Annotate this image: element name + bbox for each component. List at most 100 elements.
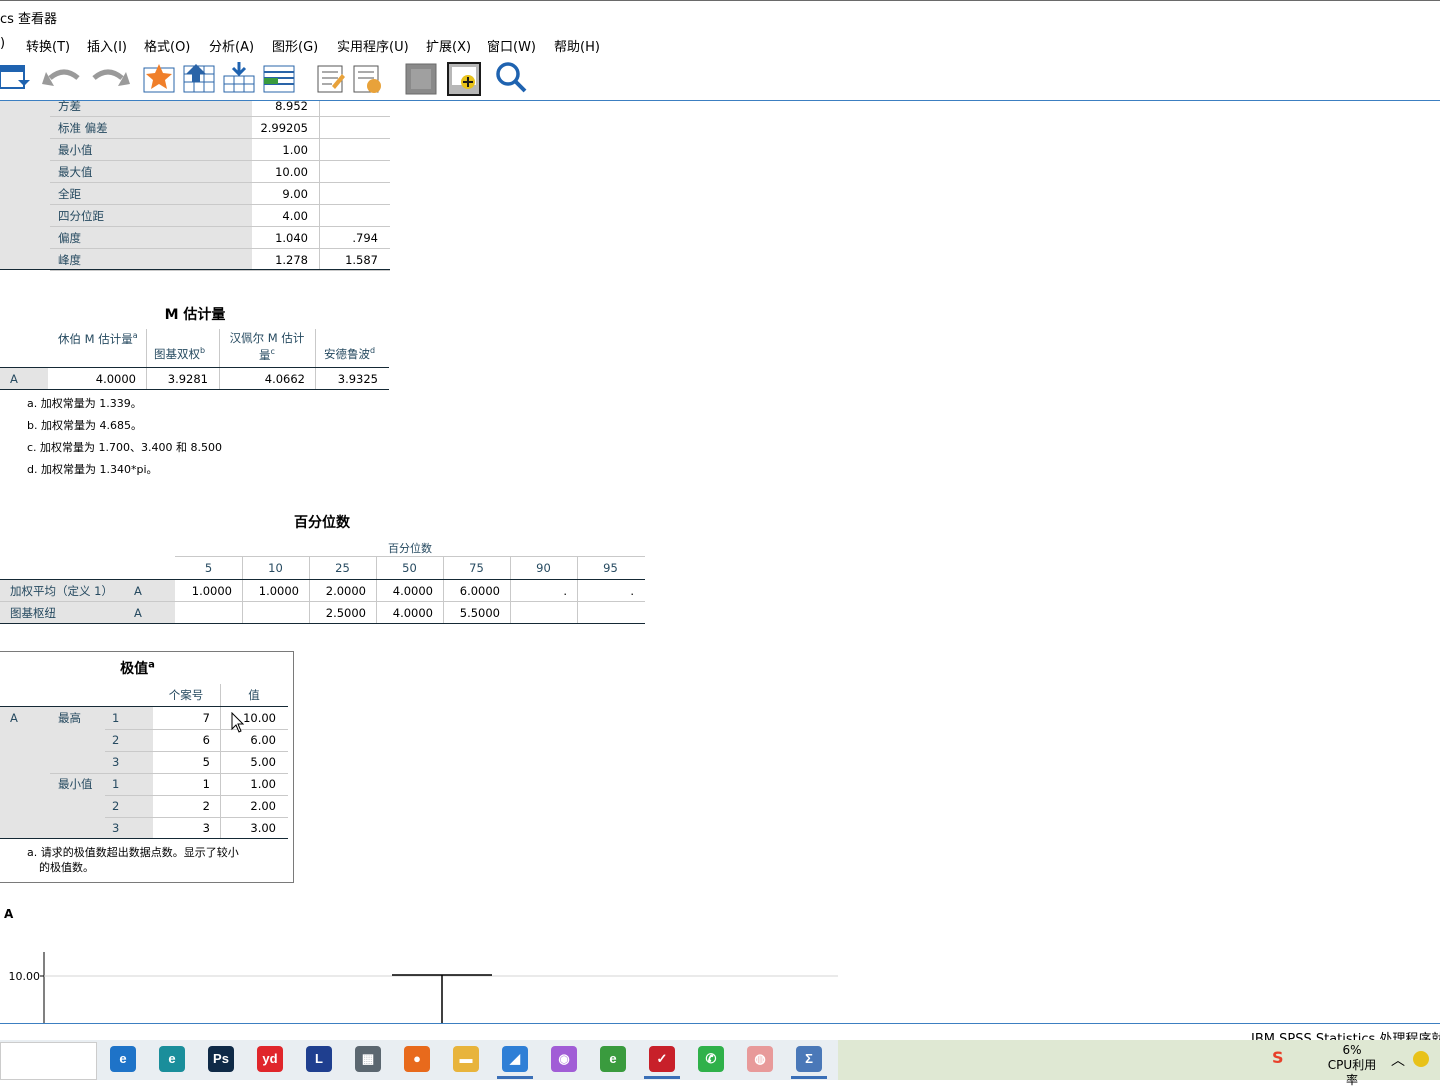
goto-variable-icon[interactable] — [223, 62, 255, 93]
descriptive-label: 偏度 — [58, 231, 81, 245]
redo-icon[interactable] — [92, 69, 130, 86]
file-explorer-icon[interactable]: ▬ — [453, 1046, 479, 1072]
menu-item-7[interactable]: 扩展(X) — [426, 36, 471, 55]
menu-item-2[interactable]: 插入(I) — [87, 36, 127, 55]
percentiles-row-rule — [0, 601, 645, 602]
descriptives-label-column — [0, 101, 252, 269]
extremes-var-label: A — [10, 711, 18, 725]
andrews-header: 安德鲁波d — [324, 346, 376, 361]
descriptive-statistic: 1.00 — [282, 143, 308, 157]
percentile-value: 2.5000 — [325, 606, 366, 620]
taskbar-search-box[interactable] — [0, 1042, 97, 1080]
l-app-icon[interactable]: L — [306, 1046, 332, 1072]
export-icon[interactable] — [0, 65, 30, 89]
undo-icon[interactable] — [42, 69, 80, 86]
extreme-rank: 1 — [112, 711, 120, 725]
menu-item-1[interactable]: 转换(T) — [26, 36, 70, 55]
menu-item-8[interactable]: 窗口(W) — [487, 36, 536, 55]
descriptive-std-error — [320, 183, 378, 205]
ie-icon[interactable]: e — [110, 1046, 136, 1072]
tray-expand-icon[interactable]: ︿ — [1391, 1050, 1405, 1070]
percentile-row-variable: A — [134, 606, 142, 620]
photoshop-icon[interactable]: Ps — [208, 1046, 234, 1072]
descriptive-statistic: 4.00 — [282, 209, 308, 223]
menu-item-0[interactable]: ) — [0, 36, 5, 51]
cpu-label: CPU利用率 — [1327, 1058, 1377, 1087]
m-note-b: b. 加权常量为 4.685。 — [27, 419, 142, 432]
extremes-note-line2: 的极值数。 — [39, 861, 94, 874]
descriptive-statistic: 8.952 — [275, 99, 308, 113]
title-bar: cs 查看器 — [0, 0, 1440, 31]
percentile-row-label: 加权平均（定义 1） — [10, 584, 113, 598]
goto-data-icon[interactable] — [143, 64, 175, 93]
designate-window-icon[interactable] — [317, 65, 345, 93]
menu-item-3[interactable]: 格式(O) — [144, 36, 190, 55]
pink-app-icon[interactable]: ◍ — [747, 1046, 773, 1072]
feishu-icon[interactable]: ◢ — [502, 1046, 528, 1072]
percentile-value: 5.5000 — [459, 606, 500, 620]
boxplot-chart — [40, 952, 838, 1024]
extreme-value: 3.00 — [250, 821, 276, 835]
percentile-column-header: 5 — [204, 561, 213, 575]
descriptive-label: 标准 偏差 — [58, 121, 108, 135]
menu-item-5[interactable]: 图形(G) — [272, 36, 318, 55]
extreme-value: 1.00 — [250, 777, 276, 791]
descriptive-std-error — [320, 95, 378, 117]
variables-icon[interactable] — [263, 65, 295, 93]
lowest-label: 最小值 — [58, 777, 93, 791]
boxplot-y-tick-label: 10.00 — [8, 970, 41, 983]
cpu-monitor[interactable]: 6% CPU利用率 — [1322, 1043, 1382, 1088]
tukey-value: 3.9281 — [167, 372, 208, 386]
toolbar-icons — [0, 62, 527, 96]
taskbar-active-indicator — [791, 1076, 827, 1079]
descriptive-label: 四分位距 — [58, 209, 104, 223]
script-icon[interactable] — [353, 65, 381, 93]
browser-icon[interactable]: ◉ — [551, 1046, 577, 1072]
huber-value: 4.0000 — [95, 372, 136, 386]
percentile-value: 1.0000 — [258, 584, 299, 598]
wechat-icon[interactable]: ✆ — [698, 1046, 724, 1072]
descriptive-label: 全距 — [58, 187, 81, 201]
qq-icon[interactable]: ● — [404, 1046, 430, 1072]
youdao-icon[interactable]: yd — [257, 1046, 283, 1072]
tray-app-icon[interactable] — [1413, 1051, 1429, 1067]
calculator-icon[interactable]: ▦ — [355, 1046, 381, 1072]
extreme-case-number: 6 — [202, 733, 210, 747]
andrews-value: 3.9325 — [337, 372, 378, 386]
m-bottom-rule — [0, 389, 389, 390]
descriptive-label: 方差 — [58, 99, 81, 113]
menu-item-6[interactable]: 实用程序(U) — [337, 36, 409, 55]
percentile-value — [175, 602, 232, 624]
hampel-header: 汉佩尔 M 估计 量c — [229, 331, 305, 362]
percentile-value: 1.0000 — [191, 584, 232, 598]
spss-icon[interactable]: Σ — [796, 1046, 822, 1072]
new-annotation-icon[interactable] — [447, 62, 481, 96]
hampel-value: 4.0662 — [264, 372, 305, 386]
descriptive-label: 最小值 — [58, 143, 93, 157]
menu-item-9[interactable]: 帮助(H) — [554, 36, 600, 55]
menu-item-4[interactable]: 分析(A) — [209, 36, 254, 55]
percentile-value: 4.0000 — [392, 606, 433, 620]
extreme-case-number: 2 — [202, 799, 210, 813]
percentile-value: . — [630, 584, 634, 598]
percentile-value: 2.0000 — [325, 584, 366, 598]
extremes-col-divider — [220, 684, 221, 838]
descriptive-label: 峰度 — [58, 253, 81, 267]
sogou-input-icon[interactable]: S — [1272, 1048, 1292, 1068]
collapse-icon[interactable] — [405, 63, 437, 95]
ie-green-icon[interactable]: e — [600, 1046, 626, 1072]
extremes-title: 极值a — [120, 659, 155, 677]
m-col-divider — [219, 329, 220, 389]
extremes-bottom-rule — [0, 838, 288, 839]
percentile-value: 4.0000 — [392, 584, 433, 598]
window-title: cs 查看器 — [0, 12, 58, 27]
value-header: 值 — [248, 688, 260, 702]
taskbar-active-indicator — [497, 1076, 533, 1079]
goto-case-icon[interactable] — [183, 64, 215, 93]
edge-icon[interactable]: e — [159, 1046, 185, 1072]
chaoxing-icon[interactable]: ✓ — [649, 1046, 675, 1072]
extreme-value: 5.00 — [250, 755, 276, 769]
m-col-divider — [315, 329, 316, 389]
search-icon[interactable] — [496, 62, 527, 93]
extreme-rank: 1 — [112, 777, 120, 791]
